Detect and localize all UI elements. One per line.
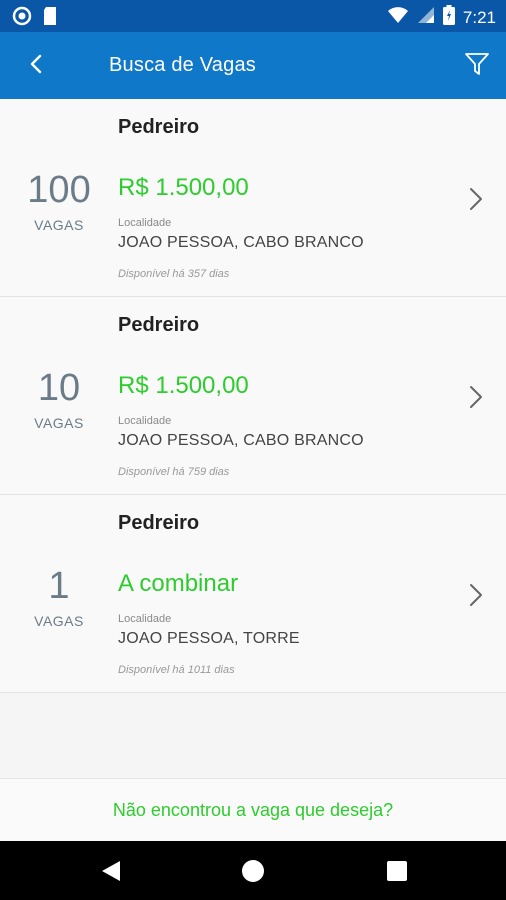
back-button[interactable]	[20, 50, 52, 82]
vacancy-count-label: VAGAS	[34, 217, 84, 233]
job-list: Pedreiro 100 VAGAS R$ 1.500,00 Localidad…	[0, 99, 506, 693]
footer: Não encontrou a vaga que deseja?	[0, 778, 506, 841]
vacancy-count: 1	[48, 565, 70, 607]
sim-card-icon	[42, 6, 58, 31]
notification-circle-icon	[12, 6, 32, 31]
app-bar: Busca de Vagas	[0, 32, 506, 99]
battery-icon	[442, 5, 455, 30]
chevron-right-icon[interactable]	[466, 383, 486, 411]
job-title: Pedreiro	[118, 116, 200, 138]
clock-time: 7:21	[462, 7, 496, 27]
salary: R$ 1.500,00	[118, 372, 249, 399]
salary: A combinar	[118, 570, 239, 597]
location-value: JOAO PESSOA, CABO BRANCO	[118, 234, 364, 251]
job-title: Pedreiro	[118, 512, 200, 534]
nav-home-icon[interactable]	[239, 857, 267, 885]
job-title: Pedreiro	[118, 314, 200, 336]
chevron-right-icon[interactable]	[466, 581, 486, 609]
wifi-icon	[387, 6, 409, 29]
vacancy-count: 100	[27, 169, 91, 211]
nav-back-icon[interactable]	[97, 857, 125, 885]
filter-button[interactable]	[462, 50, 492, 82]
job-card[interactable]: Pedreiro 10 VAGAS R$ 1.500,00 Localidade…	[0, 297, 506, 495]
status-bar: 7:21	[0, 0, 506, 32]
location-label: Localidade	[118, 613, 172, 625]
system-nav-bar	[0, 841, 506, 900]
availability-text: Disponível há 357 dias	[118, 268, 230, 280]
availability-text: Disponível há 1011 dias	[118, 664, 235, 676]
vacancy-count: 10	[37, 367, 81, 409]
vacancy-count-label: VAGAS	[34, 613, 84, 629]
location-label: Localidade	[118, 217, 172, 229]
job-card[interactable]: Pedreiro 1 VAGAS A combinar Localidade J…	[0, 495, 506, 693]
arrow-back-icon	[29, 54, 43, 79]
signal-icon	[417, 6, 435, 29]
job-card[interactable]: Pedreiro 100 VAGAS R$ 1.500,00 Localidad…	[0, 99, 506, 297]
availability-text: Disponível há 759 dias	[118, 466, 230, 478]
filter-icon	[464, 51, 490, 82]
salary: R$ 1.500,00	[118, 174, 249, 201]
location-value: JOAO PESSOA, TORRE	[118, 630, 300, 647]
vacancy-count-label: VAGAS	[34, 415, 84, 431]
location-value: JOAO PESSOA, CABO BRANCO	[118, 432, 364, 449]
chevron-right-icon[interactable]	[466, 185, 486, 213]
not-found-link[interactable]: Não encontrou a vaga que deseja?	[113, 800, 393, 821]
page-title: Busca de Vagas	[109, 54, 256, 76]
nav-recents-icon[interactable]	[383, 857, 411, 885]
location-label: Localidade	[118, 415, 172, 427]
